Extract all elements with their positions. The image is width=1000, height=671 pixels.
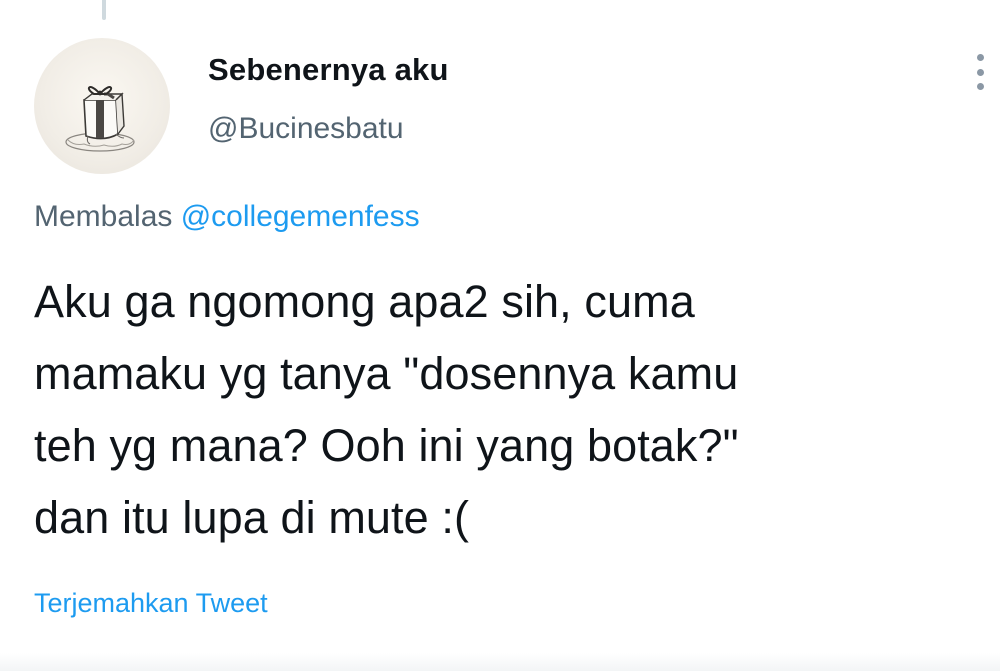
translate-tweet-link[interactable]: Terjemahkan Tweet <box>34 588 268 619</box>
more-vertical-icon-dot <box>976 68 984 76</box>
avatar-illustration-icon <box>65 86 135 152</box>
tweet-text: Aku ga ngomong apa2 sih, cuma mamaku yg … <box>34 276 739 543</box>
display-name[interactable]: Sebenernya aku <box>208 52 449 88</box>
tweet-container: Sebenernya aku @Bucinesbatu Membalas @co… <box>0 0 1000 671</box>
avatar[interactable] <box>34 38 170 174</box>
reply-prefix: Membalas <box>34 200 181 233</box>
more-options-button[interactable] <box>966 50 994 94</box>
more-vertical-icon-dot <box>976 83 984 90</box>
thread-connector-line <box>102 0 106 20</box>
reply-context: Membalas @collegemenfess <box>34 200 420 234</box>
more-vertical-icon <box>976 54 984 61</box>
bottom-divider <box>0 653 1000 671</box>
user-handle[interactable]: @Bucinesbatu <box>208 112 404 146</box>
reply-mention-link[interactable]: @collegemenfess <box>181 200 420 233</box>
